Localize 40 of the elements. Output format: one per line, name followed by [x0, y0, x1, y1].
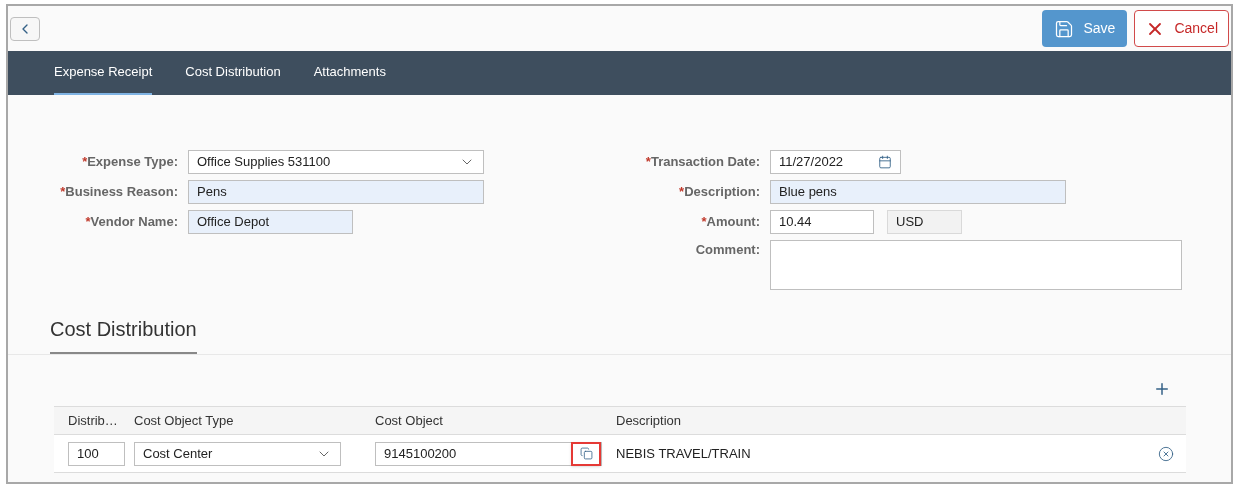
dropdown-field[interactable]: Cost Center [134, 441, 341, 466]
field-label: Comment: [695, 241, 760, 259]
field-label: Expense Type: [87, 153, 178, 172]
required-marker: * [60, 183, 66, 202]
date-field[interactable]: 11/27/2022 [770, 150, 901, 174]
required-marker: * [701, 213, 707, 232]
tab[interactable]: Cost Distribution [185, 51, 281, 95]
required-marker: * [85, 213, 91, 232]
delete-icon[interactable] [1158, 445, 1174, 462]
amount-field[interactable]: 10.44 [770, 210, 874, 234]
column-header: Distrib… [67, 411, 119, 430]
add-icon[interactable] [1153, 380, 1171, 398]
calendar-icon[interactable] [878, 155, 892, 169]
back-button[interactable] [10, 16, 40, 41]
column-header: Description [616, 411, 683, 430]
field-label: Vendor Name: [90, 213, 178, 232]
cancel-button[interactable]: Cancel [1134, 10, 1229, 47]
column-header: Cost Object [375, 411, 444, 430]
table-cell-text: NEBIS TRAVEL/TRAIN [616, 444, 752, 463]
distribution-field[interactable]: 100 [68, 441, 125, 466]
field-label: Business Reason: [65, 183, 178, 202]
currency-field: USD [887, 210, 962, 234]
dropdown-field[interactable]: Office Supplies 531100 [188, 150, 484, 174]
section-title: Cost Distribution [50, 314, 197, 354]
field-label: Amount: [706, 213, 760, 232]
field-label: Transaction Date: [650, 153, 760, 172]
required-marker: * [679, 183, 685, 202]
input-field[interactable]: Pens [188, 180, 484, 204]
input-field[interactable]: Blue pens [770, 180, 1066, 204]
field-label: Description: [684, 183, 760, 202]
tab[interactable]: Attachments [313, 51, 386, 95]
value-help-icon [579, 447, 593, 460]
comment-field[interactable] [770, 240, 1182, 290]
column-header: Cost Object Type [134, 411, 235, 430]
tab[interactable]: Expense Receipt [54, 51, 153, 95]
input-field[interactable]: Office Depot [188, 210, 353, 234]
required-marker: * [82, 153, 88, 172]
value-help-button[interactable] [571, 441, 601, 466]
cost-object-field[interactable]: 9145100200 [375, 441, 602, 466]
required-marker: * [645, 153, 651, 172]
